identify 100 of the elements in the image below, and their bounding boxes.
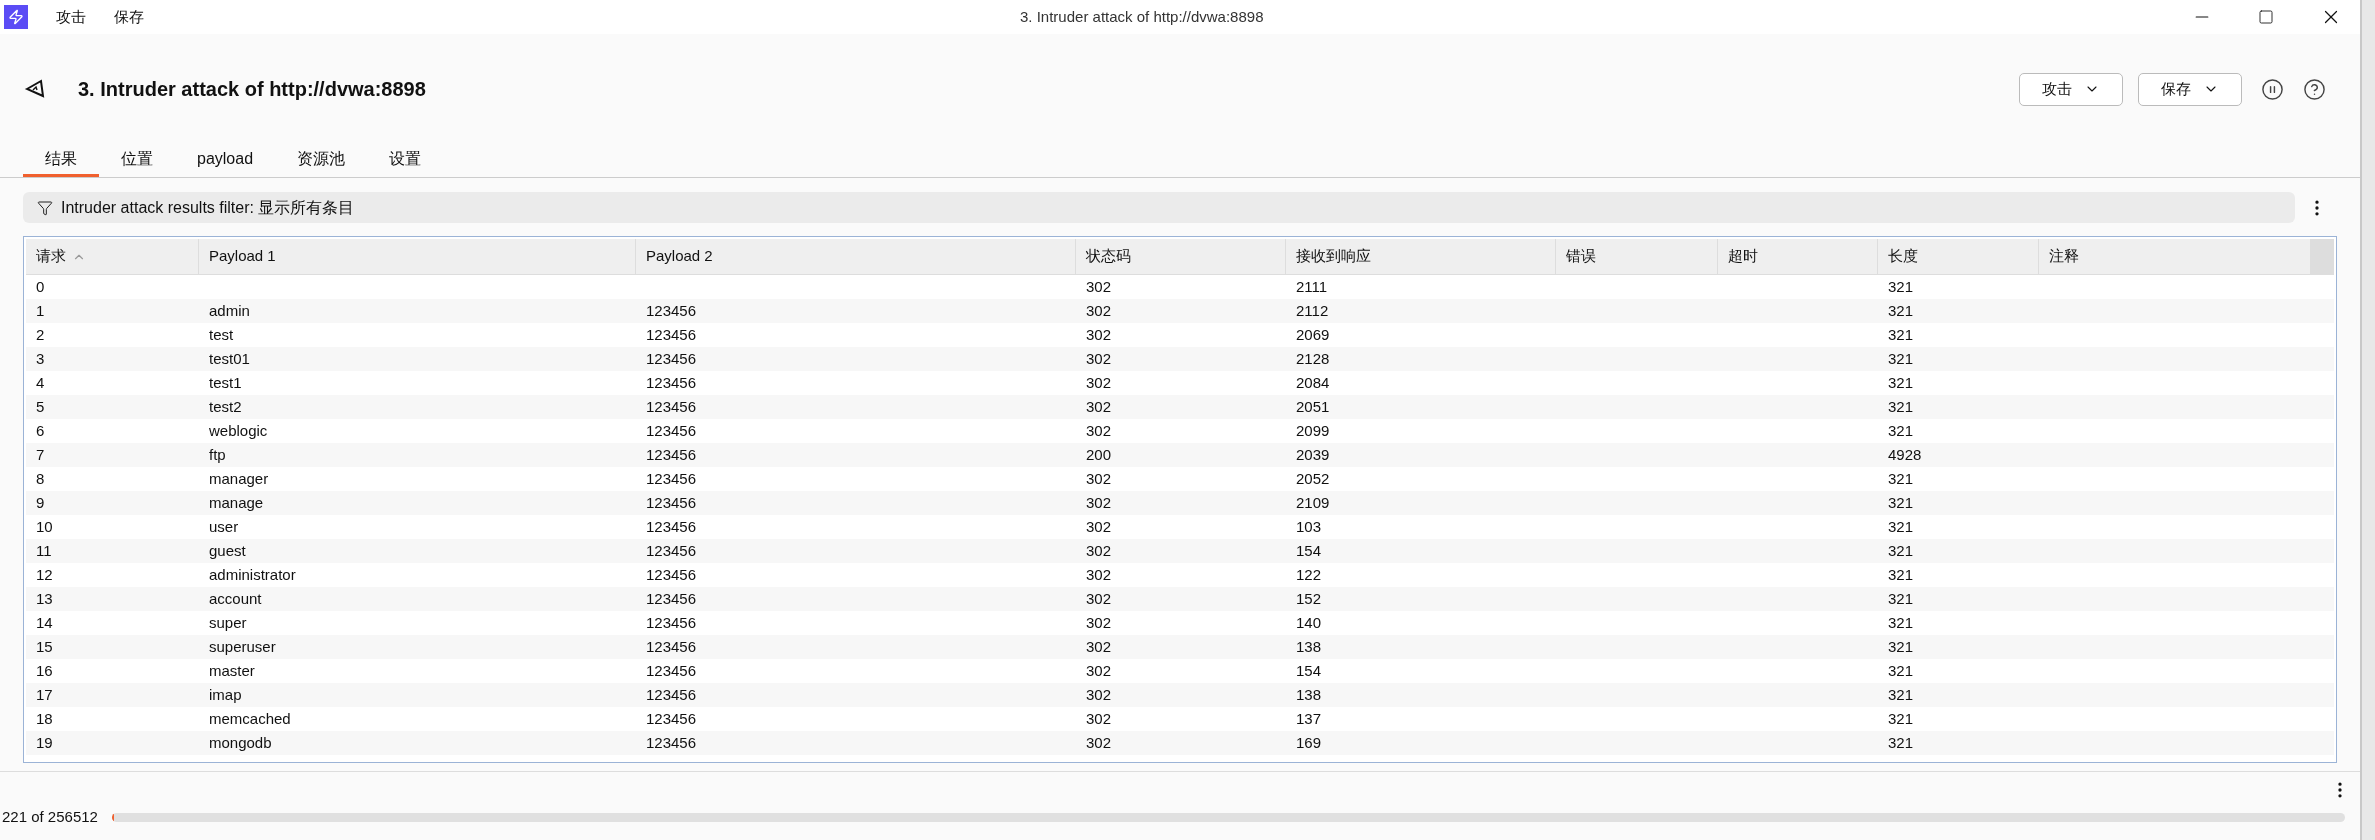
table-cell-text: 138 <box>1296 636 1322 657</box>
table-cell-text: 302 <box>1086 348 1112 369</box>
table-row[interactable]: 9 manage 123456 302 2109 321 <box>26 491 2334 515</box>
table-cell-text: 123456 <box>646 636 697 657</box>
table-cell-text: weblogic <box>209 420 268 441</box>
table-row[interactable]: 5 test2 123456 302 2051 321 <box>26 395 2334 419</box>
tab[interactable]: 设置 <box>367 144 444 177</box>
table-cell-text: 302 <box>1086 372 1112 393</box>
table-cell-text: master <box>209 660 255 681</box>
column-header[interactable]: 接收到响应 <box>1286 239 1556 274</box>
table-cell-text: 13 <box>36 588 53 609</box>
menu-item[interactable]: 攻击 <box>56 5 86 29</box>
table-cell-text: 2109 <box>1296 492 1330 513</box>
column-header[interactable]: Payload 2 <box>636 239 1076 274</box>
table-cell-text: 1 <box>36 300 45 321</box>
table-cell-text: 123456 <box>646 396 697 417</box>
table-cell-text: 123456 <box>646 564 697 585</box>
table-cell-text: 154 <box>1296 660 1322 681</box>
table-cell-text: 123456 <box>646 324 697 345</box>
tab[interactable]: 结果 <box>23 144 99 177</box>
table-cell-text: 302 <box>1086 588 1112 609</box>
table-cell-text: 302 <box>1086 708 1112 729</box>
table-cell-text: 152 <box>1296 588 1322 609</box>
table-cell-text: 123456 <box>646 348 697 369</box>
table-cell-text: 302 <box>1086 468 1112 489</box>
table-cell-text: memcached <box>209 708 291 729</box>
table-cell-text: 302 <box>1086 660 1112 681</box>
table-row[interactable]: 15 superuser 123456 302 138 321 <box>26 635 2334 659</box>
table-cell-text: 123456 <box>646 732 697 753</box>
table-cell-text: 302 <box>1086 300 1112 321</box>
column-header[interactable]: 错误 <box>1556 239 1718 274</box>
table-cell-text: 321 <box>1888 612 1914 633</box>
filter-bar[interactable]: Intruder attack results filter: 显示所有条目 <box>23 192 2295 223</box>
table-cell-text: 321 <box>1888 540 1914 561</box>
tab[interactable]: payload <box>175 144 276 177</box>
table-cell-text: 302 <box>1086 732 1112 753</box>
maximize-icon[interactable] <box>2258 9 2274 25</box>
table-cell-text: 321 <box>1888 636 1914 657</box>
table-cell-text: user <box>209 516 239 537</box>
table-cell-text: 321 <box>1888 492 1914 513</box>
pause-icon[interactable] <box>2261 77 2284 101</box>
table-cell-text: 169 <box>1296 732 1322 753</box>
table-cell-text: 138 <box>1296 684 1322 705</box>
column-header[interactable]: Payload 1 <box>199 239 636 274</box>
table-cell-text: test2 <box>209 396 242 417</box>
table-cell-text: 321 <box>1888 684 1914 705</box>
table-cell-text: 2052 <box>1296 468 1330 489</box>
table-cell-text: 4 <box>36 372 45 393</box>
dropdown-button[interactable]: 保存 <box>2138 72 2242 106</box>
dropdown-button[interactable]: 攻击 <box>2019 72 2123 106</box>
column-header[interactable]: 超时 <box>1718 239 1878 274</box>
table-cell-text: 321 <box>1888 468 1914 489</box>
column-header[interactable]: 长度 <box>1878 239 2039 274</box>
table-cell-text: 2039 <box>1296 444 1330 465</box>
column-header[interactable]: 状态码 <box>1076 239 1286 274</box>
table-cell-text: 123456 <box>646 660 697 681</box>
table-cell-text: 302 <box>1086 684 1112 705</box>
scrollbar-thumb[interactable] <box>2311 239 2334 274</box>
table-cell-text: 123456 <box>646 300 697 321</box>
table-row[interactable]: 19 mongodb 123456 302 169 321 <box>26 731 2334 755</box>
table-cell-text: 2112 <box>1296 300 1329 321</box>
table-cell-text: 4928 <box>1888 444 1922 465</box>
table-row[interactable]: 11 guest 123456 302 154 321 <box>26 539 2334 563</box>
table-cell-text: super <box>209 612 247 633</box>
table-cell-text: 321 <box>1888 372 1914 393</box>
menu-item[interactable]: 保存 <box>114 5 144 29</box>
table-row[interactable]: 17 imap 123456 302 138 321 <box>26 683 2334 707</box>
table-cell-text: 302 <box>1086 540 1112 561</box>
table-cell-text: 11 <box>36 540 52 561</box>
table-cell-text: 2 <box>36 324 45 345</box>
table-cell-text: 302 <box>1086 420 1112 441</box>
filter-text: Intruder attack results filter: 显示所有条目 <box>61 197 355 218</box>
table-cell-text: 137 <box>1296 708 1322 729</box>
table-row[interactable]: 1 admin 123456 302 2112 321 <box>26 299 2334 323</box>
table-cell-text: 12 <box>36 564 53 585</box>
table-cell-text: 3 <box>36 348 45 369</box>
table-cell-text: 302 <box>1086 612 1112 633</box>
table-cell-text: 2099 <box>1296 420 1330 441</box>
tab[interactable]: 资源池 <box>275 144 368 177</box>
table-row[interactable]: 7 ftp 123456 200 2039 4928 <box>26 443 2334 467</box>
column-header[interactable]: 请求 <box>26 239 199 274</box>
table-cell-text: 321 <box>1888 708 1914 729</box>
table-cell-text: 302 <box>1086 396 1112 417</box>
table-cell-text: admin <box>209 300 250 321</box>
table-cell-text: 19 <box>36 732 53 753</box>
table-cell-text: mongodb <box>209 732 272 753</box>
table-cell-text: administrator <box>209 564 296 585</box>
table-cell-text: 2084 <box>1296 372 1330 393</box>
table-cell-text: 123456 <box>646 444 697 465</box>
table-cell-text: ftp <box>209 444 226 465</box>
tab[interactable]: 位置 <box>99 144 175 177</box>
table-row[interactable]: 3 test01 123456 302 2128 321 <box>26 347 2334 371</box>
table-cell-text: 123456 <box>646 612 697 633</box>
intruder-icon <box>24 78 46 100</box>
table-cell-text: manager <box>209 468 269 489</box>
table-row[interactable]: 13 account 123456 302 152 321 <box>26 587 2334 611</box>
table-cell-text: 2069 <box>1296 324 1330 345</box>
table-cell-text: 17 <box>36 684 53 705</box>
help-icon[interactable] <box>2303 77 2326 101</box>
table-cell-text: 18 <box>36 708 53 729</box>
